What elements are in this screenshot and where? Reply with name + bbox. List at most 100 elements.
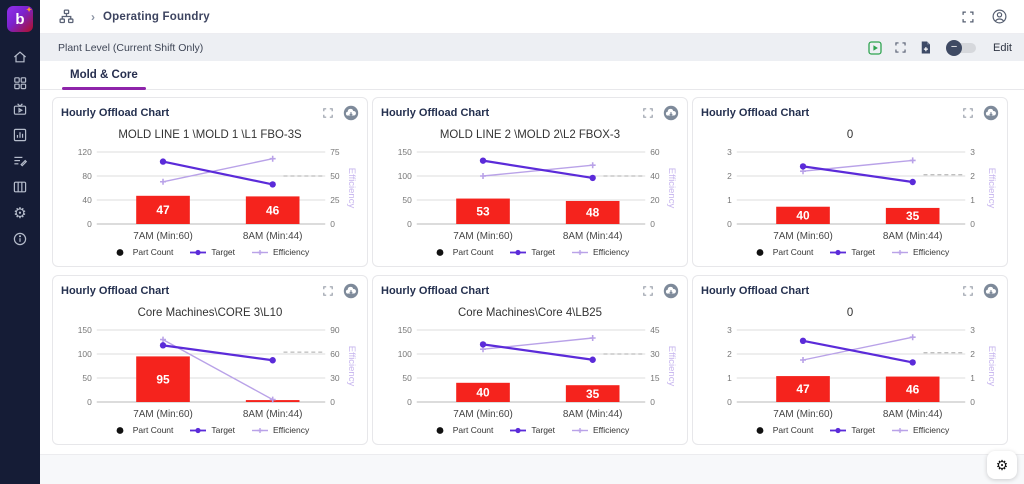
legend-item-target[interactable]: Target xyxy=(189,247,235,257)
legend-item-part-count[interactable]: Part Count xyxy=(431,425,494,435)
sidebar-item-media[interactable] xyxy=(8,96,32,122)
legend-item-efficiency[interactable]: Efficiency xyxy=(251,247,309,257)
svg-text:0: 0 xyxy=(407,397,412,407)
svg-text:150: 150 xyxy=(78,325,92,335)
svg-text:7AM (Min:60): 7AM (Min:60) xyxy=(133,231,193,242)
sitemap-icon[interactable] xyxy=(58,8,75,25)
line-plus-marker-icon xyxy=(571,248,589,257)
run-icon[interactable] xyxy=(867,40,883,56)
legend-label: Part Count xyxy=(133,247,174,257)
dot-marker-icon xyxy=(431,248,449,257)
legend-label: Part Count xyxy=(773,425,814,435)
cloud-download-icon[interactable] xyxy=(343,105,359,121)
legend-label: Target xyxy=(851,425,875,435)
chart-plot: MOLD LINE 2 \MOLD 2\L2 FBOX-300502010040… xyxy=(381,122,679,246)
legend-item-efficiency[interactable]: Efficiency xyxy=(571,247,629,257)
footer-strip xyxy=(40,454,1024,484)
sidebar-item-columns[interactable] xyxy=(8,174,32,200)
efficiency-axis-label: Efficiency xyxy=(346,346,357,387)
svg-text:0: 0 xyxy=(970,219,975,229)
svg-text:0: 0 xyxy=(847,307,853,319)
legend-item-target[interactable]: Target xyxy=(509,247,555,257)
gear-icon: ⚙ xyxy=(13,206,26,221)
svg-text:0: 0 xyxy=(330,397,335,407)
sidebar-item-tasks[interactable] xyxy=(8,148,32,174)
list-edit-icon xyxy=(12,153,28,169)
legend-item-part-count[interactable]: Part Count xyxy=(751,425,814,435)
sidebar-item-home[interactable] xyxy=(8,44,32,70)
fullscreen-icon[interactable] xyxy=(961,10,975,24)
tab-mold-and-core[interactable]: Mold & Core xyxy=(62,61,146,89)
svg-text:50: 50 xyxy=(402,373,412,383)
svg-text:75: 75 xyxy=(330,147,340,157)
legend-item-efficiency[interactable]: Efficiency xyxy=(251,425,309,435)
svg-text:7AM (Min:60): 7AM (Min:60) xyxy=(133,409,193,420)
svg-text:1: 1 xyxy=(727,195,732,205)
sidebar-item-dashboard[interactable] xyxy=(8,70,32,96)
line-plus-marker-icon xyxy=(251,426,269,435)
sidebar-item-analytics[interactable] xyxy=(8,122,32,148)
chart-plot: Core Machines\Core 4\LB25005015100301504… xyxy=(381,300,679,424)
svg-text:0: 0 xyxy=(87,219,92,229)
legend-item-part-count[interactable]: Part Count xyxy=(111,247,174,257)
svg-text:20: 20 xyxy=(650,195,660,205)
dot-marker-icon xyxy=(751,426,769,435)
chart-plot: 000112233407AM (Min:60)358AM (Min:44)Eff… xyxy=(701,122,999,246)
account-icon[interactable] xyxy=(991,8,1008,25)
chart-legend: Part Count Target Efficiency xyxy=(701,425,999,435)
legend-item-part-count[interactable]: Part Count xyxy=(431,247,494,257)
dot-marker-icon xyxy=(751,248,769,257)
svg-text:1: 1 xyxy=(970,373,975,383)
legend-item-efficiency[interactable]: Efficiency xyxy=(891,425,949,435)
cloud-download-icon[interactable] xyxy=(663,105,679,121)
dot-marker-icon xyxy=(111,426,129,435)
cloud-download-icon[interactable] xyxy=(983,283,999,299)
expand-icon[interactable] xyxy=(642,107,654,119)
expand-icon[interactable] xyxy=(894,41,907,54)
expand-icon[interactable] xyxy=(322,107,334,119)
toolbar-title: Plant Level (Current Shift Only) xyxy=(58,42,203,54)
legend-item-target[interactable]: Target xyxy=(829,425,875,435)
expand-icon[interactable] xyxy=(962,107,974,119)
svg-text:0: 0 xyxy=(970,397,975,407)
svg-text:47: 47 xyxy=(156,203,170,217)
app-root: b✦ ⚙ xyxy=(0,0,1024,484)
svg-text:50: 50 xyxy=(82,373,92,383)
chart-plot: MOLD LINE 1 \MOLD 1 \L1 FBO-3S0040258050… xyxy=(61,122,359,246)
edit-toggle[interactable]: − xyxy=(948,43,976,53)
brand-logo[interactable]: b✦ xyxy=(7,6,33,32)
sidebar-item-info[interactable] xyxy=(8,226,32,252)
line-dot-marker-icon xyxy=(829,426,847,435)
legend-label: Target xyxy=(851,247,875,257)
expand-icon[interactable] xyxy=(642,285,654,297)
chart-card: Hourly Offload ChartMOLD LINE 2 \MOLD 2\… xyxy=(372,97,688,267)
svg-text:7AM (Min:60): 7AM (Min:60) xyxy=(453,231,513,242)
cloud-download-icon[interactable] xyxy=(343,283,359,299)
chart-legend: Part Count Target Efficiency xyxy=(381,247,679,257)
legend-item-part-count[interactable]: Part Count xyxy=(751,247,814,257)
svg-text:8AM (Min:44): 8AM (Min:44) xyxy=(243,409,303,420)
svg-text:35: 35 xyxy=(586,387,600,401)
svg-text:35: 35 xyxy=(906,209,920,223)
legend-label: Efficiency xyxy=(593,425,629,435)
chart-card: Hourly Offload Chart000112233407AM (Min:… xyxy=(692,97,1008,267)
cloud-download-icon[interactable] xyxy=(663,283,679,299)
legend-item-efficiency[interactable]: Efficiency xyxy=(571,425,629,435)
svg-text:150: 150 xyxy=(398,147,412,157)
legend-item-target[interactable]: Target xyxy=(189,425,235,435)
legend-item-target[interactable]: Target xyxy=(829,247,875,257)
expand-icon[interactable] xyxy=(322,285,334,297)
add-file-icon[interactable] xyxy=(918,40,933,55)
settings-fab[interactable]: ⚙ xyxy=(987,451,1017,479)
legend-item-efficiency[interactable]: Efficiency xyxy=(891,247,949,257)
sidebar-item-settings[interactable]: ⚙ xyxy=(8,200,32,226)
breadcrumb[interactable]: Operating Foundry xyxy=(103,11,210,23)
chart-card-title: Hourly Offload Chart xyxy=(61,285,169,297)
svg-text:2: 2 xyxy=(727,349,732,359)
legend-label: Target xyxy=(531,247,555,257)
legend-label: Target xyxy=(211,425,235,435)
legend-item-target[interactable]: Target xyxy=(509,425,555,435)
expand-icon[interactable] xyxy=(962,285,974,297)
legend-item-part-count[interactable]: Part Count xyxy=(111,425,174,435)
cloud-download-icon[interactable] xyxy=(983,105,999,121)
